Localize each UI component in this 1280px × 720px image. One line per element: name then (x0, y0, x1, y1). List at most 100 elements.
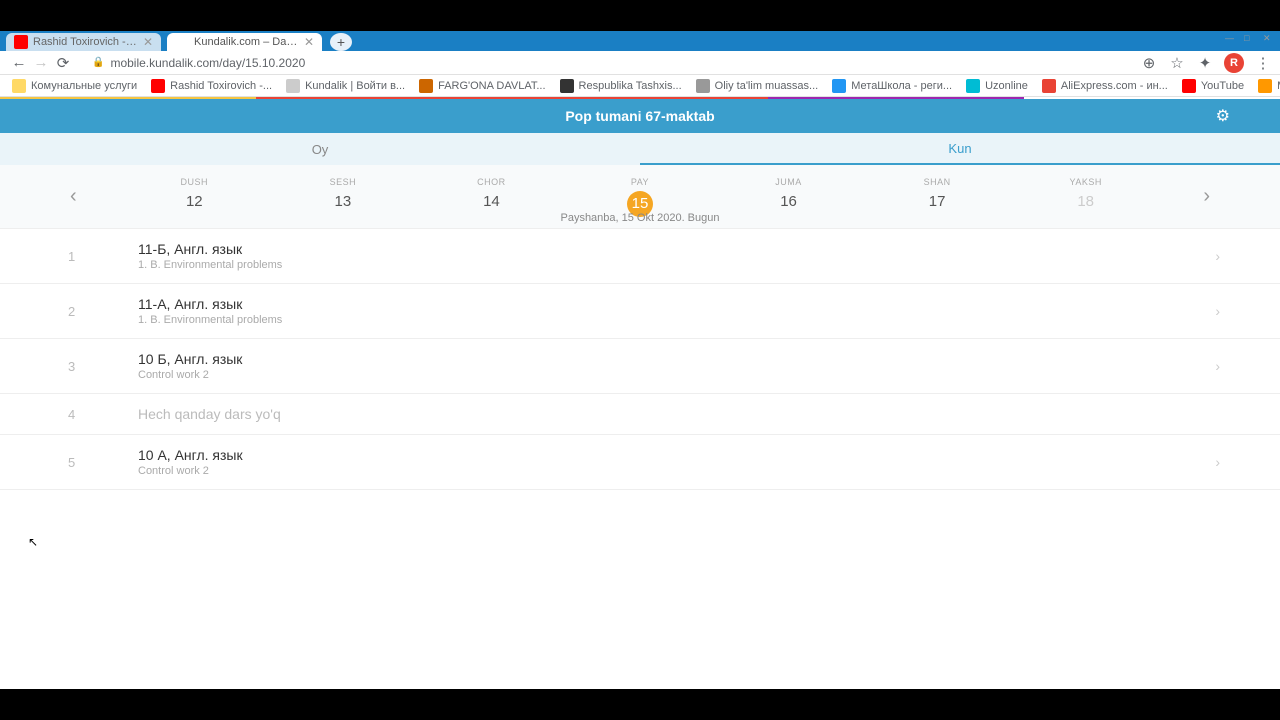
lesson-number: 2 (68, 304, 138, 319)
next-week-icon[interactable]: › (1203, 185, 1210, 208)
tab-day[interactable]: Kun (640, 133, 1280, 165)
bookmark-item[interactable]: AliExpress.com - ин... (1042, 79, 1168, 93)
tab-month[interactable]: Oy (0, 133, 640, 165)
url-text: mobile.kundalik.com/day/15.10.2020 (110, 56, 305, 70)
cursor-icon: ↖ (28, 535, 38, 549)
lesson-subtitle: 1. B. Environmental problems (138, 259, 1215, 271)
lesson-subtitle: Control work 2 (138, 465, 1215, 477)
lesson-list: 111-Б, Англ. язык 1. B. Environmental pro… (0, 229, 1280, 490)
lesson-row[interactable]: 211-А, Англ. язык1. B. Environmental pro… (0, 284, 1280, 339)
install-icon[interactable]: ⊕ (1140, 54, 1158, 72)
day-label: YAKSH (1046, 177, 1126, 187)
lock-icon: 🔒 (92, 57, 104, 68)
bookmark-label: Kundalik | Войти в... (305, 80, 405, 92)
day-label: CHOR (451, 177, 531, 187)
day-number: 13 (303, 193, 383, 210)
extensions-icon[interactable]: ✦ (1196, 54, 1214, 72)
bookmark-favicon-icon (151, 79, 165, 93)
menu-icon[interactable]: ⋮ (1254, 54, 1272, 72)
lesson-title: 11-Б, Англ. язык (138, 241, 1215, 257)
bookmark-favicon-icon (12, 79, 26, 93)
bookmark-item[interactable]: YouTube (1182, 79, 1244, 93)
lesson-row: 4Hech qanday dars yo'q (0, 394, 1280, 435)
bookmark-item[interactable]: Respublika Tashxis... (560, 79, 682, 93)
bookmark-item[interactable]: Rashid Toxirovich -... (151, 79, 272, 93)
bookmark-label: Комунальные услуги (31, 80, 137, 92)
bookmark-item[interactable]: Uzonline (966, 79, 1028, 93)
chevron-right-icon: › (1215, 454, 1220, 470)
day-label: SESH (303, 177, 383, 187)
prev-week-icon[interactable]: ‹ (70, 185, 77, 208)
day-number: 12 (154, 193, 234, 210)
day-label: DUSH (154, 177, 234, 187)
day-cell[interactable]: SESH 13 (303, 177, 383, 217)
day-cell[interactable]: YAKSH 18 (1046, 177, 1126, 217)
bookmark-item[interactable]: Mediabay - Главна... (1258, 79, 1280, 93)
day-label: PAY (600, 177, 680, 187)
lesson-number: 1 (68, 249, 138, 264)
min-window-icon[interactable]: — (1225, 33, 1236, 44)
bookmark-favicon-icon (1182, 79, 1196, 93)
day-number: 17 (897, 193, 977, 210)
bookmark-label: Rashid Toxirovich -... (170, 80, 272, 92)
lesson-subtitle: Control work 2 (138, 369, 1215, 381)
close-icon[interactable]: ✕ (304, 35, 314, 49)
lesson-title: 10 А, Англ. язык (138, 447, 1215, 463)
day-cell[interactable]: PAY15 (600, 177, 680, 217)
bookmark-favicon-icon (560, 79, 574, 93)
lesson-number: 5 (68, 455, 138, 470)
url-input[interactable]: 🔒 mobile.kundalik.com/day/15.10.2020 (82, 56, 1132, 70)
day-cell[interactable]: DUSH 12 (154, 177, 234, 217)
max-window-icon[interactable]: □ (1244, 33, 1255, 44)
bookmark-label: FARG'ONA DAVLAT... (438, 80, 545, 92)
bookmark-label: AliExpress.com - ин... (1061, 80, 1168, 92)
browser-tab[interactable]: Kundalik.com – Dars jadvali ✕ (167, 33, 322, 51)
day-label: JUMA (749, 177, 829, 187)
bookmark-favicon-icon (696, 79, 710, 93)
day-number: 14 (451, 193, 531, 210)
day-number: 18 (1046, 193, 1126, 210)
bookmark-item[interactable]: МетаШкола - реги... (832, 79, 952, 93)
day-cell[interactable]: CHOR 14 (451, 177, 531, 217)
bookmark-label: МетаШкола - реги... (851, 80, 952, 92)
chevron-right-icon: › (1215, 248, 1220, 264)
bookmark-item[interactable]: FARG'ONA DAVLAT... (419, 79, 545, 93)
gear-icon[interactable]: ⚙ (1216, 106, 1230, 126)
bookmark-favicon-icon (1258, 79, 1272, 93)
lesson-title: 10 Б, Англ. язык (138, 351, 1215, 367)
bookmark-item[interactable]: Oliy ta'lim muassas... (696, 79, 819, 93)
browser-tab[interactable]: Rashid Toxirovich - YouTube✕ (6, 33, 161, 51)
week-navigation: ‹ DUSH 12 SESH 13 CHOR 14 PAY15 JUMA16 SHAN 17 YAK… (0, 165, 1280, 229)
lesson-number: 4 (68, 407, 138, 422)
tab-favicon-icon (14, 35, 28, 49)
address-bar: ← → ⟳ 🔒 mobile.kundalik.com/day/15.10.20… (0, 51, 1280, 75)
reload-button[interactable]: ⟳ (52, 52, 74, 74)
forward-button[interactable]: → (30, 52, 52, 74)
bookmark-favicon-icon (419, 79, 433, 93)
new-tab-button[interactable]: + (330, 33, 352, 51)
close-icon[interactable]: ✕ (143, 35, 153, 49)
chevron-right-icon: › (1215, 358, 1220, 374)
bookmark-favicon-icon (966, 79, 980, 93)
back-button[interactable]: ← (8, 52, 30, 74)
bookmark-favicon-icon (832, 79, 846, 93)
lesson-row[interactable]: 510 А, Англ. язык Control work 2› (0, 435, 1280, 490)
tab-title: Kundalik.com – Dars jadvali (194, 36, 298, 48)
bookmark-label: YouTube (1201, 80, 1244, 92)
bookmark-item[interactable]: Kundalik | Войти в... (286, 79, 405, 93)
lesson-row[interactable]: 111-Б, Англ. язык 1. B. Environmental pro… (0, 229, 1280, 284)
day-cell[interactable]: JUMA16 (749, 177, 829, 217)
lesson-subtitle: 1. B. Environmental problems (138, 314, 1215, 326)
lesson-row[interactable]: 310 Б, Англ. язык Control work 2› (0, 339, 1280, 394)
avatar[interactable]: R (1224, 53, 1244, 73)
tab-favicon-icon (175, 35, 189, 49)
lesson-empty-text: Hech qanday dars yo'q (138, 406, 1220, 422)
star-icon[interactable]: ☆ (1168, 54, 1186, 72)
day-label: SHAN (897, 177, 977, 187)
bookmark-item[interactable]: Комунальные услуги (12, 79, 137, 93)
day-cell[interactable]: SHAN 17 (897, 177, 977, 217)
bookmark-favicon-icon (286, 79, 300, 93)
lesson-number: 3 (68, 359, 138, 374)
close-window-icon[interactable]: ✕ (1263, 33, 1274, 44)
date-caption: Payshanba, 15 Okt 2020. Bugun (0, 212, 1280, 224)
